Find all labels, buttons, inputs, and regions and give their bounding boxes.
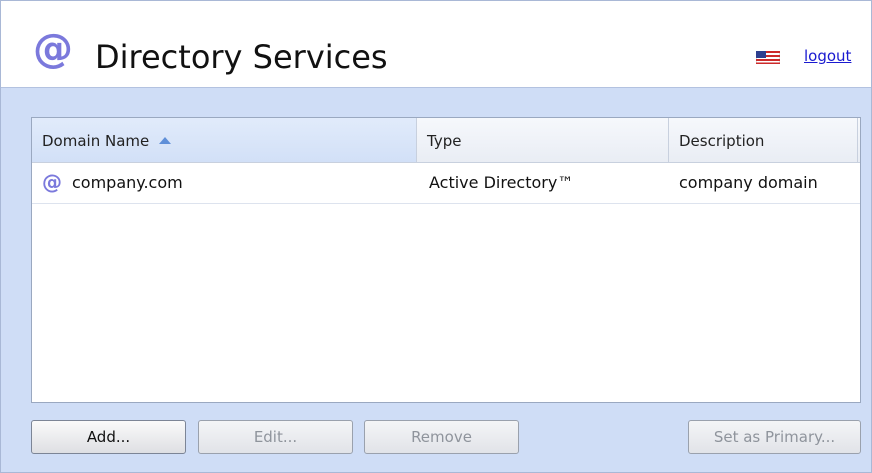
- add-button[interactable]: Add...: [31, 420, 186, 454]
- column-header-label: Type: [427, 132, 462, 150]
- edit-button[interactable]: Edit...: [198, 420, 353, 454]
- us-flag-icon[interactable]: [756, 51, 780, 64]
- at-sign-icon: @: [33, 26, 73, 72]
- logout-link[interactable]: logout: [804, 47, 851, 65]
- domain-table: Domain Name Type Description @ company.c…: [31, 117, 861, 403]
- directory-services-window: @ Directory Services logout Domain Name …: [0, 0, 872, 473]
- sort-ascending-icon: [159, 137, 172, 144]
- column-header-label: Domain Name: [42, 132, 150, 150]
- page-title: Directory Services: [95, 38, 388, 76]
- type-cell: Active Directory™: [429, 173, 574, 192]
- table-row[interactable]: @ company.com Active Directory™ company …: [32, 163, 860, 204]
- set-as-primary-button[interactable]: Set as Primary...: [688, 420, 861, 454]
- description-cell: company domain: [679, 173, 818, 192]
- column-header-domain-name[interactable]: Domain Name: [32, 118, 417, 162]
- column-header-description[interactable]: Description: [669, 118, 858, 162]
- remove-button[interactable]: Remove: [364, 420, 519, 454]
- column-header-type[interactable]: Type: [417, 118, 669, 162]
- content-area: Domain Name Type Description @ company.c…: [1, 88, 871, 472]
- column-header-label: Description: [679, 132, 765, 150]
- at-sign-icon: @: [42, 170, 62, 194]
- domain-name-cell: company.com: [72, 173, 183, 192]
- table-header: Domain Name Type Description: [32, 118, 860, 163]
- header: @ Directory Services logout: [1, 1, 871, 88]
